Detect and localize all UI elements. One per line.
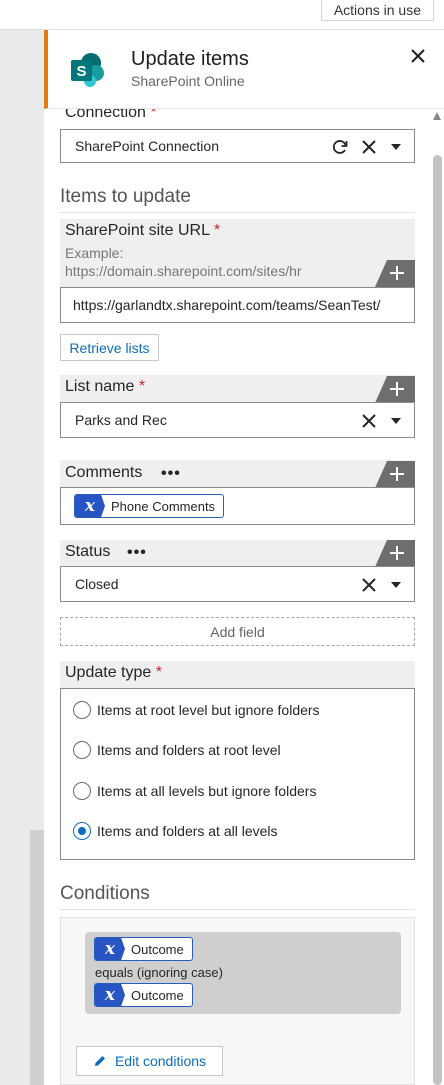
list-name-label: List name *	[65, 378, 146, 395]
variable-icon: x	[75, 495, 105, 517]
chevron-down-icon[interactable]	[391, 144, 401, 150]
radio-label: Items at root level but ignore folders	[97, 702, 320, 718]
conditions-box: x Outcome equals (ignoring case) x Outco…	[60, 917, 415, 1085]
radio-option-root-with-folders[interactable]: Items and folders at root level	[73, 739, 281, 761]
condition-operator: equals (ignoring case)	[95, 965, 223, 980]
radio-button[interactable]	[73, 741, 91, 759]
radio-label: Items and folders at root level	[97, 742, 281, 758]
panel-body: Connection * SharePoint Connection Items…	[44, 109, 430, 1085]
actions-in-use-button[interactable]: Actions in use	[320, 0, 434, 21]
variable-token-label: Phone Comments	[111, 498, 216, 514]
edit-conditions-label: Edit conditions	[114, 1053, 207, 1069]
status-value: Closed	[75, 576, 119, 592]
variable-token[interactable]: x Outcome	[94, 937, 193, 961]
clear-icon[interactable]	[361, 139, 377, 155]
site-url-hint-url: https://domain.sharepoint.com/sites/hr	[65, 263, 302, 279]
left-strip	[30, 830, 44, 1085]
comments-input[interactable]: x Phone Comments	[60, 487, 415, 525]
sharepoint-logo-icon: S	[71, 53, 104, 87]
section-divider	[60, 909, 415, 910]
variable-token[interactable]: x Outcome	[94, 983, 193, 1007]
radio-button[interactable]	[73, 782, 91, 800]
top-bar: Actions in use	[0, 0, 444, 30]
site-url-input[interactable]: https://garlandtx.sharepoint.com/teams/S…	[60, 287, 415, 323]
variable-icon: x	[95, 938, 125, 960]
site-url-label: SharePoint site URL *	[65, 222, 221, 239]
variable-token[interactable]: x Phone Comments	[74, 494, 225, 518]
radio-label: Items and folders at all levels	[97, 823, 278, 839]
variable-icon: x	[95, 984, 125, 1006]
list-name-select[interactable]: Parks and Rec	[60, 402, 415, 438]
clear-icon[interactable]	[361, 413, 377, 429]
chevron-down-icon[interactable]	[391, 582, 401, 588]
insert-variable-plus-icon[interactable]	[375, 461, 415, 488]
radio-button[interactable]	[73, 701, 91, 719]
refresh-icon[interactable]	[331, 138, 349, 156]
connection-select[interactable]: SharePoint Connection	[60, 129, 415, 163]
radio-option-root-ignore-folders[interactable]: Items at root level but ignore folders	[73, 699, 320, 721]
add-field-button[interactable]: Add field	[60, 617, 415, 646]
conditions-heading: Conditions	[60, 883, 150, 904]
insert-variable-plus-icon[interactable]	[375, 540, 415, 567]
variable-token-label: Outcome	[131, 941, 184, 957]
scrollbar-thumb[interactable]	[433, 155, 442, 1085]
connection-label: Connection *	[65, 109, 157, 121]
radio-button-selected[interactable]	[73, 822, 91, 840]
status-select[interactable]: Closed	[60, 566, 415, 602]
section-divider	[60, 212, 415, 213]
svg-text:S: S	[76, 63, 86, 80]
radio-option-all-levels-ignore-folders[interactable]: Items at all levels but ignore folders	[73, 780, 316, 802]
chevron-down-icon[interactable]	[391, 418, 401, 424]
pencil-icon	[94, 1056, 105, 1066]
panel-header: S Update items SharePoint Online	[44, 30, 444, 109]
comments-more-options-icon[interactable]: •••	[161, 465, 181, 483]
edit-conditions-button[interactable]: Edit conditions	[76, 1046, 223, 1076]
retrieve-lists-button[interactable]: Retrieve lists	[60, 334, 159, 361]
panel-subtitle: SharePoint Online	[131, 73, 245, 89]
panel-title: Update items	[131, 48, 249, 70]
connection-value: SharePoint Connection	[75, 138, 219, 154]
insert-variable-plus-icon[interactable]	[375, 260, 415, 287]
insert-variable-plus-icon[interactable]	[375, 376, 415, 403]
update-type-label: Update type *	[65, 664, 162, 681]
list-name-value: Parks and Rec	[75, 412, 167, 428]
status-field-band	[60, 540, 415, 568]
clear-icon[interactable]	[361, 577, 377, 593]
comments-label: Comments	[65, 464, 143, 481]
status-label: Status	[65, 543, 111, 560]
update-type-radio-group: Items at root level but ignore folders I…	[60, 688, 415, 860]
items-to-update-heading: Items to update	[60, 186, 191, 207]
status-more-options-icon[interactable]: •••	[127, 544, 147, 562]
variable-token-label: Outcome	[131, 987, 184, 1003]
radio-option-all-levels-with-folders[interactable]: Items and folders at all levels	[73, 820, 278, 842]
site-url-value: https://garlandtx.sharepoint.com/teams/S…	[73, 297, 381, 313]
radio-label: Items at all levels but ignore folders	[97, 783, 317, 799]
condition-expression[interactable]: x Outcome equals (ignoring case) x Outco…	[85, 932, 401, 1014]
close-icon[interactable]	[408, 46, 428, 66]
scroll-up-arrow-icon[interactable]	[433, 112, 441, 120]
site-url-hint-example: Example:	[65, 245, 124, 261]
